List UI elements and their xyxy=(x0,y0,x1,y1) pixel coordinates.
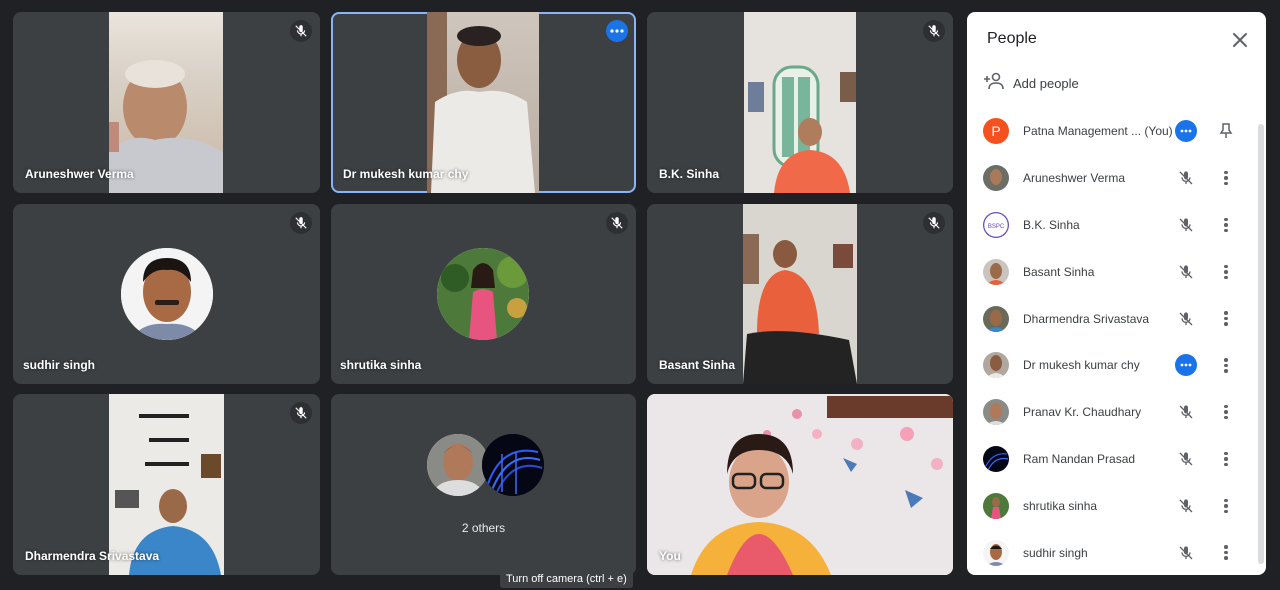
others-count-label: 2 others xyxy=(461,521,506,535)
add-person-icon xyxy=(983,72,1005,95)
participant-avatar xyxy=(121,248,213,340)
more-vert-icon[interactable] xyxy=(1215,261,1237,283)
avatar xyxy=(983,352,1009,379)
participant-row-name: Pranav Kr. Chaudhary xyxy=(1023,405,1142,420)
participant-avatar xyxy=(437,248,529,340)
participant-list: P Patna Management ... (You) Aruneshwer … xyxy=(967,108,1257,575)
camera-tooltip: Turn off camera (ctrl + e) xyxy=(500,570,633,588)
mic-off-icon[interactable] xyxy=(1175,261,1197,283)
mic-off-icon xyxy=(290,20,312,42)
participant-row: sudhir singh xyxy=(967,529,1257,575)
close-icon[interactable] xyxy=(1228,28,1252,52)
pin-icon[interactable] xyxy=(1215,120,1237,142)
more-vert-icon[interactable] xyxy=(1215,214,1237,236)
self-tile[interactable]: You xyxy=(647,394,953,575)
avatar xyxy=(983,165,1009,192)
participant-row: Dr mukesh kumar chy xyxy=(967,342,1257,389)
people-panel: People Add people P Patna Management ...… xyxy=(967,12,1266,575)
panel-scrollbar[interactable] xyxy=(1258,124,1264,564)
avatar xyxy=(983,399,1009,426)
avatar: P xyxy=(983,118,1009,145)
participant-tile[interactable]: Dharmendra Srivastava xyxy=(13,394,320,575)
participant-name: Dr mukesh kumar chy xyxy=(343,167,469,181)
participant-name: shrutika sinha xyxy=(340,358,422,372)
participant-row: Dharmendra Srivastava xyxy=(967,295,1257,342)
add-people-label: Add people xyxy=(1013,75,1079,91)
avatar xyxy=(983,539,1009,566)
participant-tile[interactable]: shrutika sinha xyxy=(331,204,636,384)
panel-title: People xyxy=(987,30,1037,47)
participant-row-name: sudhir singh xyxy=(1023,545,1088,560)
participant-row: shrutika sinha xyxy=(967,482,1257,529)
participant-row-name: Basant Sinha xyxy=(1023,264,1095,279)
participant-video xyxy=(109,12,223,193)
participant-row-name: Patna Management ... (You) xyxy=(1023,124,1173,139)
mic-off-icon xyxy=(606,212,628,234)
more-options-icon[interactable] xyxy=(606,20,628,42)
avatar: BSPC xyxy=(983,211,1009,238)
participant-row: BSPC B.K. Sinha xyxy=(967,202,1257,249)
mic-off-icon xyxy=(923,20,945,42)
avatar xyxy=(983,258,1009,285)
mic-off-icon[interactable] xyxy=(1175,167,1197,189)
avatar xyxy=(983,305,1009,332)
participant-row: Aruneshwer Verma xyxy=(967,155,1257,202)
more-vert-icon[interactable] xyxy=(1215,401,1237,423)
participant-row-name: B.K. Sinha xyxy=(1023,217,1080,232)
participant-tile[interactable]: B.K. Sinha xyxy=(647,12,953,193)
add-people-button[interactable]: Add people xyxy=(983,70,1079,96)
avatar xyxy=(983,445,1009,472)
participant-row-name: shrutika sinha xyxy=(1023,498,1098,513)
participant-name: sudhir singh xyxy=(23,358,95,372)
participant-row-name: Dharmendra Srivastava xyxy=(1023,311,1150,326)
mic-off-icon xyxy=(290,212,312,234)
participant-name: Aruneshwer Verma xyxy=(25,167,134,181)
more-vert-icon[interactable] xyxy=(1215,495,1237,517)
participant-row: P Patna Management ... (You) xyxy=(967,108,1257,155)
participant-tile[interactable]: Basant Sinha xyxy=(647,204,953,384)
mic-off-icon[interactable] xyxy=(1175,448,1197,470)
more-options-icon[interactable] xyxy=(1175,354,1197,377)
mic-off-icon xyxy=(923,212,945,234)
participant-tile[interactable]: Dr mukesh kumar chy xyxy=(331,12,636,193)
participant-tile[interactable]: Aruneshwer Verma xyxy=(13,12,320,193)
mic-off-icon[interactable] xyxy=(1175,214,1197,236)
participant-name: Basant Sinha xyxy=(659,358,736,372)
participant-row: Ram Nandan Prasad xyxy=(967,436,1257,483)
avatar xyxy=(983,492,1009,519)
mic-off-icon[interactable] xyxy=(1175,542,1197,564)
participant-name: Dharmendra Srivastava xyxy=(25,549,160,563)
more-vert-icon[interactable] xyxy=(1215,167,1237,189)
others-tile[interactable]: 2 others xyxy=(331,394,636,575)
participant-video xyxy=(109,394,224,575)
participant-row-name: Aruneshwer Verma xyxy=(1023,171,1126,186)
more-vert-icon[interactable] xyxy=(1215,354,1237,376)
svg-text:BSPC: BSPC xyxy=(988,224,1005,230)
participant-video xyxy=(427,12,539,193)
participant-video xyxy=(743,204,857,384)
participant-name: B.K. Sinha xyxy=(659,167,720,181)
participant-row-name: Dr mukesh kumar chy xyxy=(1023,358,1140,373)
participant-video xyxy=(744,12,856,193)
participant-row: Pranav Kr. Chaudhary xyxy=(967,389,1257,436)
participant-avatar xyxy=(427,434,489,496)
mic-off-icon xyxy=(290,402,312,424)
more-vert-icon[interactable] xyxy=(1215,308,1237,330)
participant-name: You xyxy=(659,549,681,563)
participant-avatar xyxy=(482,434,544,496)
mic-off-icon[interactable] xyxy=(1175,495,1197,517)
mic-off-icon[interactable] xyxy=(1175,401,1197,423)
more-options-icon[interactable] xyxy=(1175,120,1197,143)
mic-off-icon[interactable] xyxy=(1175,308,1197,330)
participant-row-name: Ram Nandan Prasad xyxy=(1023,451,1136,466)
participant-tile[interactable]: sudhir singh xyxy=(13,204,320,384)
more-vert-icon[interactable] xyxy=(1215,448,1237,470)
self-video xyxy=(647,394,953,575)
participant-row: Basant Sinha xyxy=(967,248,1257,295)
more-vert-icon[interactable] xyxy=(1215,542,1237,564)
